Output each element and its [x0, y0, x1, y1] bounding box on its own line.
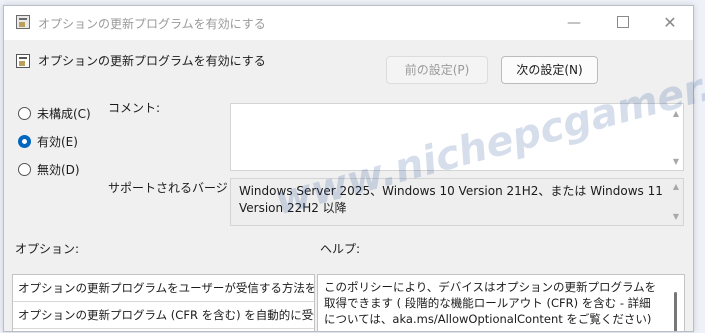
scroll-up-icon[interactable]: ▲ — [672, 110, 680, 118]
radio-enabled[interactable] — [18, 135, 31, 148]
help-scrollbar[interactable] — [674, 292, 677, 331]
minimize-button[interactable]: — — [554, 11, 594, 35]
radio-disabled[interactable] — [18, 163, 31, 176]
scroll-down-icon[interactable]: ▼ — [672, 213, 680, 221]
policy-setting-icon — [16, 54, 30, 68]
scroll-down-icon[interactable]: ▼ — [672, 158, 680, 166]
previous-setting-button[interactable]: 前の設定(P) — [386, 56, 488, 84]
comment-label: コメント: — [108, 101, 161, 115]
supported-versions: Windows Server 2025、Windows 10 Version 2… — [230, 178, 684, 226]
comment-textarea[interactable]: ▲ ▼ — [230, 103, 684, 171]
option-row[interactable]: オプションの更新プログラム (CFR を含む) を自動的に受信する — [13, 302, 314, 329]
help-label: ヘルプ: — [320, 242, 361, 256]
title-bar: オプションの更新プログラムを有効にする — ✕ — [4, 6, 693, 40]
scroll-up-icon[interactable]: ▲ — [672, 183, 680, 191]
window-title: オプションの更新プログラムを有効にする — [38, 17, 266, 31]
maximize-button[interactable] — [603, 11, 643, 35]
supported-versions-text: Windows Server 2025、Windows 10 Version 2… — [239, 184, 663, 215]
maximize-icon — [617, 16, 629, 28]
option-row[interactable]: オプションの更新プログラムをユーザーが受信する方法を選択す — [13, 275, 314, 302]
radio-enabled-label[interactable]: 有効(E) — [37, 133, 78, 150]
help-pane: このポリシーにより、デバイスはオプションの更新プログラムを取得できます ( 段階… — [317, 274, 685, 331]
radio-disabled-label[interactable]: 無効(D) — [37, 161, 80, 178]
policy-icon — [16, 15, 30, 29]
help-text: このポリシーにより、デバイスはオプションの更新プログラムを取得できます ( 段階… — [324, 280, 657, 326]
radio-not-configured[interactable] — [18, 107, 31, 120]
next-setting-button[interactable]: 次の設定(N) — [501, 56, 598, 84]
options-label: オプション: — [15, 242, 80, 256]
close-button[interactable]: ✕ — [650, 11, 690, 35]
options-pane: オプションの更新プログラムをユーザーが受信する方法を選択す オプションの更新プロ… — [12, 274, 315, 331]
policy-dialog: オプションの更新プログラムを有効にする — ✕ オプションの更新プログラムを有効… — [3, 5, 694, 332]
policy-title: オプションの更新プログラムを有効にする — [38, 54, 266, 68]
radio-not-configured-label[interactable]: 未構成(C) — [37, 105, 91, 122]
